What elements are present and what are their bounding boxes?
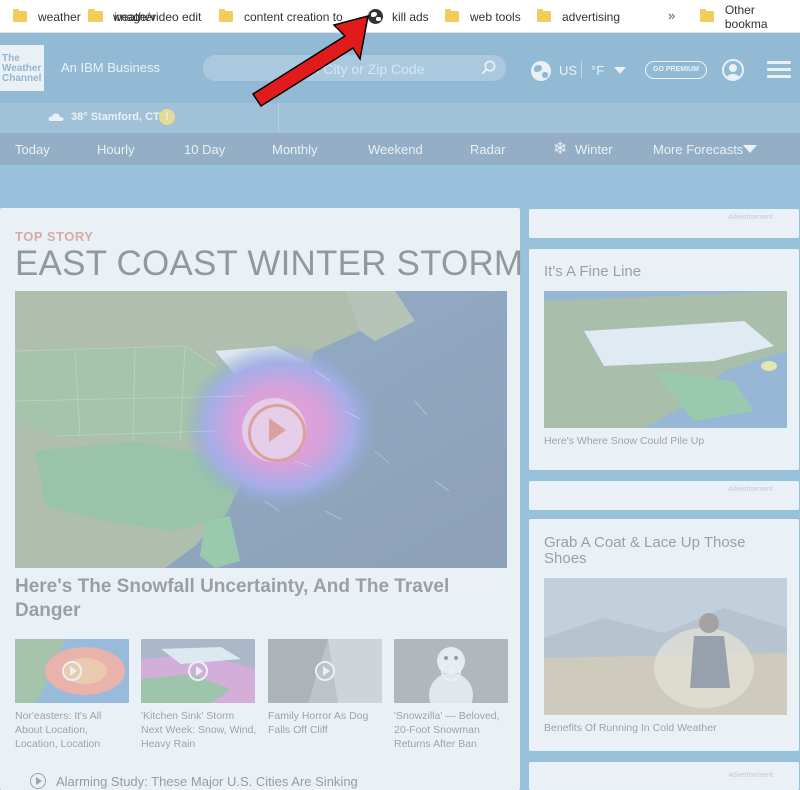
globe-icon[interactable]	[531, 61, 551, 81]
play-icon	[62, 661, 82, 681]
video-thumbnail[interactable]	[141, 639, 255, 703]
card-title[interactable]: Grab A Coat & Lace Up Those Shoes	[544, 535, 774, 567]
bookmark-image-video-edit[interactable]: image/video edit	[89, 8, 201, 25]
ad-slot: Advertisement	[529, 209, 799, 238]
play-icon	[441, 661, 461, 681]
video-thumbnail[interactable]	[15, 639, 129, 703]
folder-icon	[13, 9, 27, 22]
nav-10-day[interactable]: 10 Day	[184, 142, 225, 157]
nav-monthly[interactable]: Monthly	[272, 142, 318, 157]
bookmark-web-tools[interactable]: web tools	[445, 8, 521, 25]
card-caption[interactable]: Here's Where Snow Could Pile Up	[544, 435, 704, 447]
cloud-icon	[48, 113, 64, 121]
ad-label: Advertisement	[728, 772, 773, 779]
unit-divider	[581, 61, 582, 78]
play-icon[interactable]	[242, 398, 306, 462]
ad-slot: Advertisement	[529, 762, 799, 790]
ibm-tagline: An IBM Business	[61, 60, 160, 75]
chevron-down-icon[interactable]	[743, 145, 757, 153]
bookmark-advertising[interactable]: advertising	[537, 8, 620, 25]
bookmark-label: Other bookma	[724, 2, 768, 31]
snowflake-icon: ❄	[553, 139, 568, 158]
story-link-text: Alarming Study: These Major U.S. Cities …	[56, 773, 358, 789]
bookmark-other-bookmarks[interactable]: Other bookma	[700, 3, 800, 31]
ad-label: Advertisement	[728, 214, 773, 221]
search-icon[interactable]	[481, 60, 496, 75]
menu-icon[interactable]	[767, 61, 791, 78]
ad-label: Advertisement	[728, 486, 773, 493]
bookmark-label: kill ads	[392, 9, 429, 24]
nav-today[interactable]: Today	[15, 142, 50, 157]
nav-winter[interactable]: Winter	[575, 142, 613, 157]
bookmark-weather[interactable]: weather	[13, 8, 81, 25]
top-story-kicker: TOP STORY	[15, 229, 94, 244]
location-bar: 38° Stamford, CT !	[0, 103, 800, 133]
play-icon	[30, 773, 46, 789]
nav-more-forecasts[interactable]: More Forecasts	[653, 142, 743, 157]
play-icon	[188, 661, 208, 681]
video-thumbnail[interactable]	[268, 639, 382, 703]
background-band	[0, 165, 800, 208]
ad-slot: Advertisement	[529, 481, 799, 510]
account-icon[interactable]	[722, 59, 744, 81]
nav-hourly[interactable]: Hourly	[97, 142, 135, 157]
folder-icon	[537, 9, 551, 22]
video-caption[interactable]: 'Kitchen Sink' Storm Next Week: Snow, Wi…	[141, 709, 257, 751]
folder-icon	[89, 9, 103, 22]
country-selector[interactable]: US	[559, 63, 577, 78]
story-card[interactable]: Grab A Coat & Lace Up Those Shoes Benefi…	[529, 519, 799, 751]
forecast-nav: Today Hourly 10 Day Monthly Weekend Rada…	[0, 133, 800, 165]
bookmarks-overflow-chevron[interactable]: »	[668, 8, 675, 23]
headline[interactable]: EAST COAST WINTER STORM	[15, 244, 523, 284]
alert-icon[interactable]: !	[159, 109, 175, 125]
go-premium-button[interactable]: GO PREMIUM	[645, 61, 707, 79]
card-title[interactable]: It's A Fine Line	[544, 264, 641, 280]
story-subheadline[interactable]: Here's The Snowfall Uncertainty, And The…	[15, 575, 485, 623]
video-caption[interactable]: Family Horror As Dog Falls Off Cliff	[268, 709, 384, 737]
chevron-down-icon[interactable]	[614, 67, 626, 74]
bookmark-label: weather	[38, 9, 81, 24]
weather-channel-logo[interactable]: The Weather Channel	[0, 45, 44, 91]
storm-map-video[interactable]	[15, 291, 507, 568]
story-link[interactable]: Alarming Study: These Major U.S. Cities …	[30, 773, 358, 789]
bookmark-label: advertising	[562, 9, 621, 24]
red-arrow-annotation	[251, 14, 369, 108]
top-story-card: TOP STORY EAST COAST WINTER STORM Here's…	[0, 208, 523, 790]
current-location[interactable]: 38° Stamford, CT	[71, 111, 160, 123]
video-caption[interactable]: Nor'easters: It's All About Location, Lo…	[15, 709, 131, 751]
logo-line: Channel	[2, 73, 42, 84]
nav-radar[interactable]: Radar	[470, 142, 505, 157]
video-caption[interactable]: 'Snowzilla' — Beloved, 20-Foot Snowman R…	[394, 709, 510, 751]
play-icon	[315, 661, 335, 681]
folder-icon	[700, 9, 714, 22]
video-thumbnail[interactable]	[394, 639, 508, 703]
bookmark-label: web tools	[470, 9, 521, 24]
temperature-unit-selector[interactable]: °F	[591, 63, 604, 78]
folder-icon	[219, 9, 233, 22]
nav-weekend[interactable]: Weekend	[368, 142, 423, 157]
bookmark-label: image/video edit	[114, 9, 202, 24]
card-caption[interactable]: Benefits Of Running In Cold Weather	[544, 722, 717, 734]
site-header: The Weather Channel An IBM Business rch …	[0, 33, 800, 103]
runner-image[interactable]	[544, 578, 787, 715]
folder-icon	[445, 9, 459, 22]
story-card[interactable]: It's A Fine Line Here's Where Snow Could…	[529, 249, 799, 470]
snow-map-image[interactable]	[544, 291, 787, 428]
